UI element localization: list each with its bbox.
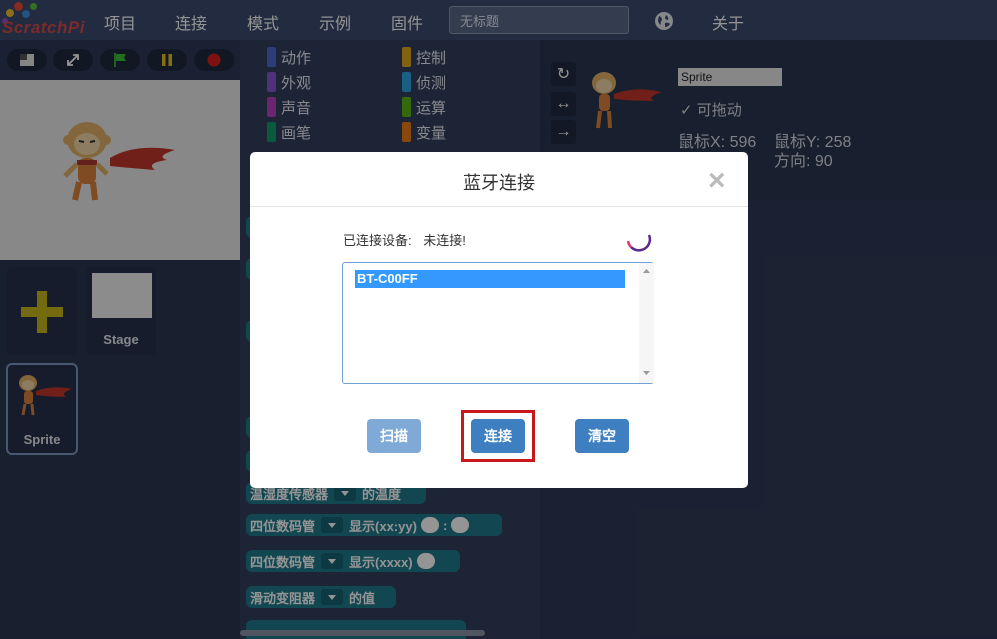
dialog-title: 蓝牙连接 [463, 173, 535, 193]
device-list[interactable]: BT-C00FF [342, 262, 654, 384]
scroll-down-icon[interactable] [639, 367, 654, 379]
scroll-up-icon[interactable] [639, 265, 654, 277]
bluetooth-dialog: 蓝牙连接 × 已连接设备: 未连接! BT-C00FF 扫描 连接 清空 [250, 152, 748, 488]
loading-spinner-icon [626, 234, 652, 252]
close-icon[interactable]: × [708, 166, 726, 196]
device-list-scrollbar[interactable] [639, 263, 654, 383]
dialog-header: 蓝牙连接 × [250, 152, 748, 207]
connected-device-label: 已连接设备: [343, 233, 412, 248]
device-list-item[interactable]: BT-C00FF [355, 270, 625, 288]
scan-button[interactable]: 扫描 [367, 419, 421, 453]
clear-button[interactable]: 清空 [575, 419, 629, 453]
connected-device-value: 未连接! [423, 233, 466, 248]
connect-button[interactable]: 连接 [471, 419, 525, 453]
connected-device-status: 已连接设备: 未连接! [343, 230, 466, 249]
